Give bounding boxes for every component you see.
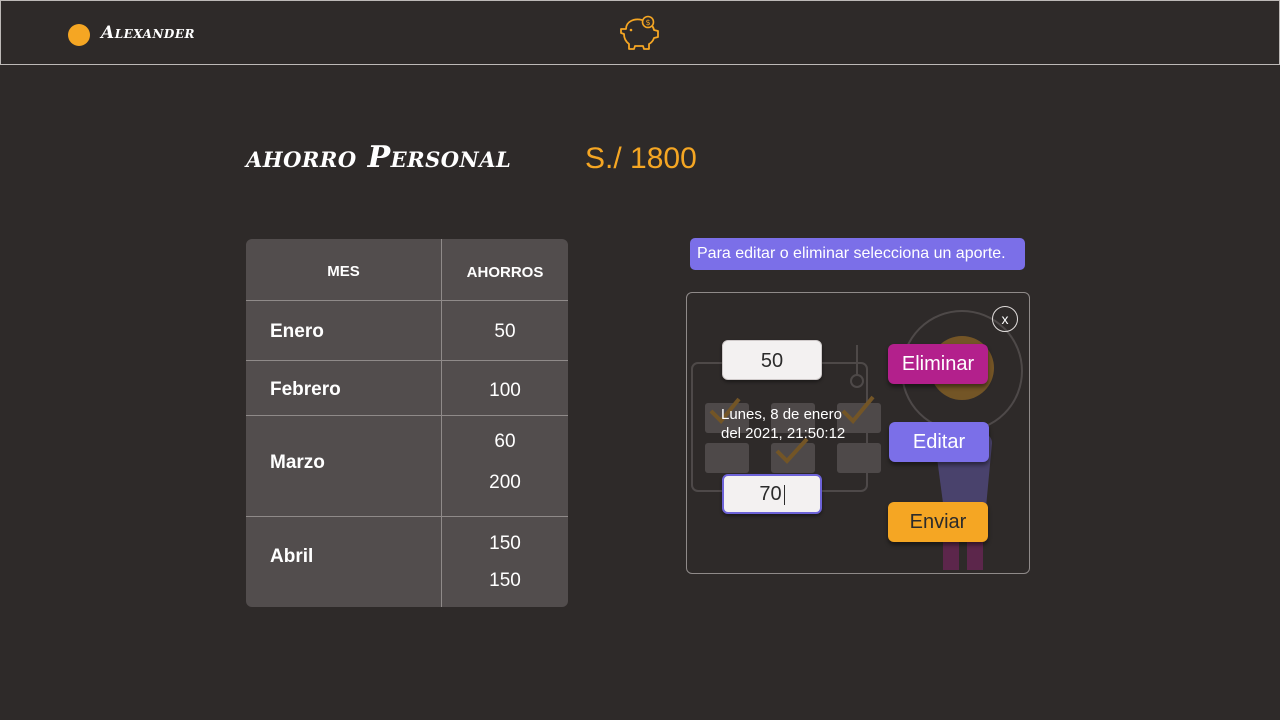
table-row[interactable]: Marzo 60 200 [246,415,568,517]
user-name[interactable]: Alexander [101,23,195,43]
savings-amount[interactable]: 150 [442,533,568,555]
new-amount-value: 70 [759,483,782,505]
savings-table: MES AHORROS Enero 50 Febrero 100 Marzo 6… [246,239,568,607]
edit-button[interactable]: Editar [889,422,989,462]
send-button[interactable]: Enviar [888,502,988,542]
table-row[interactable]: Enero 50 [246,300,568,360]
edit-contribution-panel: x 50 Lunes, 8 de enero del 2021, 21:50:1… [686,292,1030,574]
column-header-month: MES [327,263,360,280]
savings-amount[interactable]: 150 [442,570,568,592]
page-title: ahorro Personal [246,140,512,175]
table-row[interactable]: Abril 150 150 [246,516,568,607]
piggy-bank-icon[interactable]: $ [619,15,661,51]
month-label: Enero [270,321,324,342]
delete-button[interactable]: Eliminar [888,344,988,384]
savings-amount[interactable]: 50 [442,321,568,343]
month-label: Abril [270,546,314,567]
month-label: Febrero [270,379,341,400]
contribution-date: Lunes, 8 de enero del 2021, 21:50:12 [721,405,871,443]
column-header-savings: AHORROS [466,264,544,281]
edit-hint-banner: Para editar o eliminar selecciona un apo… [690,238,1025,270]
user-status-dot [68,24,90,46]
savings-amount[interactable]: 200 [442,472,568,494]
text-caret [783,484,785,505]
date-line-1: Lunes, 8 de enero [721,406,842,423]
savings-amount[interactable]: 60 [442,431,568,453]
savings-amount[interactable]: 100 [442,380,568,402]
svg-text:$: $ [645,18,650,27]
table-row[interactable]: Febrero 100 [246,360,568,415]
table-header-row: MES AHORROS [246,239,568,300]
top-bar: Alexander $ [0,0,1280,65]
close-panel-button[interactable]: x [992,306,1018,332]
month-label: Marzo [270,452,325,473]
selected-amount-field[interactable]: 50 [722,340,822,380]
new-amount-input[interactable]: 70 [722,474,822,514]
date-line-2: del 2021, 21:50:12 [721,425,846,442]
total-savings: S./ 1800 [585,142,697,175]
